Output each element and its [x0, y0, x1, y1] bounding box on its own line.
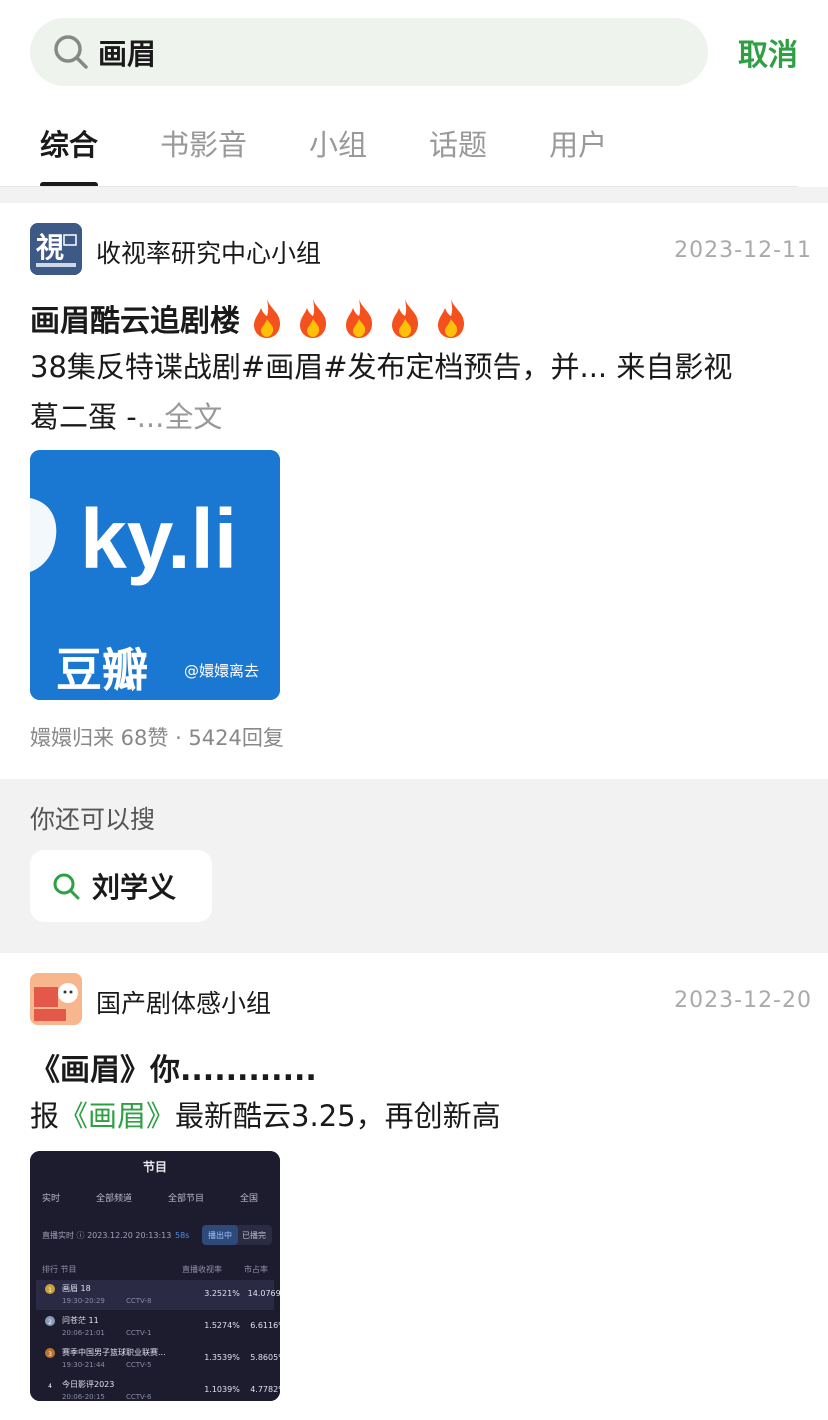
thumb-credit-text: @嬛嬛离去: [184, 662, 259, 680]
thumb-row-rank: 2: [48, 1319, 52, 1326]
post-title-text: 画眉酷云追剧楼: [30, 304, 240, 339]
post-date: 2023-12-20: [674, 988, 812, 1013]
post-title[interactable]: 《画眉》你............: [30, 1045, 317, 1089]
thumb-row-channel: CCTV-6: [126, 1393, 152, 1401]
suggest-label: 你还可以搜: [30, 805, 156, 834]
thumb-row-share: 4.7782%: [250, 1385, 280, 1394]
search-query: 画眉: [98, 37, 157, 71]
thumb-btn-on: 播出中: [208, 1230, 232, 1240]
post-excerpt-text: 报: [30, 1099, 60, 1133]
post-excerpt-text: 最新酷云3.25，再创新高: [175, 1099, 501, 1133]
thumb-row-name: 画眉 18: [62, 1284, 91, 1293]
post-excerpt[interactable]: 报《画眉》最新酷云3.25，再创新高: [30, 1091, 805, 1141]
tab-users[interactable]: 用户: [549, 122, 607, 188]
thumb-row-rank: 1: [48, 1287, 52, 1294]
thumb-row-share: 5.8605%: [250, 1353, 280, 1362]
thumb-filter: 全部频道: [96, 1192, 132, 1204]
fire-icon: [392, 299, 419, 338]
thumb-row-share: 14.0769%: [248, 1289, 280, 1298]
search-input[interactable]: 画眉: [30, 18, 708, 86]
thumb-row-name: 今日影评2023: [62, 1379, 114, 1389]
post-excerpt-line: 38集反特谍战剧#画眉#发布定档预告，并... 来自影视: [30, 350, 733, 384]
thumb-refresh: 58s: [175, 1231, 189, 1240]
group-avatar[interactable]: [30, 973, 82, 1025]
thumb-row-time: 20:06-21:01: [62, 1329, 105, 1337]
post-excerpt-text: 葛二蛋 -: [30, 400, 137, 434]
thumb-filter: 实时: [42, 1192, 60, 1204]
thumb-row-time: 19:30-20:29: [62, 1297, 105, 1305]
search-icon: [54, 35, 88, 69]
fulltext-link[interactable]: ...全文: [137, 400, 223, 434]
thumb-header: 节目: [143, 1159, 167, 1174]
post-excerpt[interactable]: 38集反特谍战剧#画眉#发布定档预告，并... 来自影视 葛二蛋 -...全文: [30, 342, 805, 442]
thumb-col-share: 市占率: [244, 1264, 268, 1274]
thumb-row-name: 赛季中国男子篮球职业联赛...: [62, 1347, 166, 1357]
thumb-row-share: 6.6116%: [250, 1321, 280, 1330]
fire-icon: [300, 299, 327, 338]
thumb-row-channel: CCTV-1: [126, 1329, 151, 1337]
fire-icon: [346, 299, 373, 338]
tab-bar: 综合 书影音 小组 话题 用户: [40, 122, 669, 188]
tab-all[interactable]: 综合: [40, 122, 99, 188]
thumb-btn-off: 已播完: [242, 1230, 266, 1240]
thumb-row-time: 20:06-20:15: [62, 1393, 105, 1401]
thumb-live-label: 直播实时 ⓘ 2023.12.20 20:13:13: [42, 1230, 171, 1240]
post-image[interactable]: ky.li 豆瓣 @嬛嬛离去: [30, 450, 280, 700]
tab-groups[interactable]: 小组: [309, 122, 367, 188]
post-title[interactable]: 画眉酷云追剧楼: [30, 296, 470, 340]
cancel-button[interactable]: 取消: [738, 30, 798, 74]
section-gap: [0, 187, 828, 203]
search-icon: [53, 873, 80, 900]
thumb-logo-text: ky.li: [80, 492, 237, 586]
thumb-row-time: 19:30-21:44: [62, 1361, 105, 1369]
suggest-chip-label: 刘学义: [92, 871, 177, 904]
fire-icon: [254, 299, 281, 338]
post-excerpt-highlight: 《画眉》: [59, 1099, 176, 1133]
post-date: 2023-12-11: [674, 238, 812, 263]
svg-text:視: 視: [36, 231, 64, 264]
group-name[interactable]: 收视率研究中心小组: [96, 234, 321, 270]
post-stats: 嬛嬛归来 68赞 · 5424回复: [30, 726, 284, 750]
suggest-chip[interactable]: 刘学义: [30, 850, 212, 922]
tab-topics[interactable]: 话题: [429, 122, 487, 188]
thumb-col-rank: 排行 节目: [42, 1264, 77, 1274]
thumb-row-rating: 1.5274%: [204, 1321, 240, 1330]
post-image[interactable]: 节目 实时 全部频道 全部节目 全国 直播实时 ⓘ 2023.12.20 20:…: [30, 1151, 280, 1401]
thumb-row-rank: 3: [48, 1351, 52, 1358]
post-excerpt-line: 葛二蛋 -...全文: [30, 392, 805, 442]
thumb-row-channel: CCTV-8: [126, 1297, 151, 1305]
thumb-col-rating: 直播收视率: [182, 1264, 222, 1274]
thumb-filter: 全国: [240, 1192, 258, 1204]
fire-icon: [438, 299, 465, 338]
thumb-row-rank: 4: [48, 1383, 52, 1390]
group-avatar[interactable]: 視: [30, 223, 82, 275]
group-name[interactable]: 国产剧体感小组: [96, 984, 271, 1020]
thumb-row-rating: 1.1039%: [204, 1385, 240, 1394]
thumb-row-channel: CCTV-5: [126, 1361, 151, 1369]
thumb-row-name: 问苍茫 11: [62, 1315, 99, 1325]
thumb-brand-text: 豆瓣: [56, 643, 148, 697]
thumb-row-rating: 3.2521%: [204, 1289, 240, 1298]
thumb-row-rating: 1.3539%: [204, 1353, 240, 1362]
thumb-filter: 全部节目: [168, 1192, 204, 1204]
tab-books-movies-music[interactable]: 书影音: [160, 122, 247, 188]
